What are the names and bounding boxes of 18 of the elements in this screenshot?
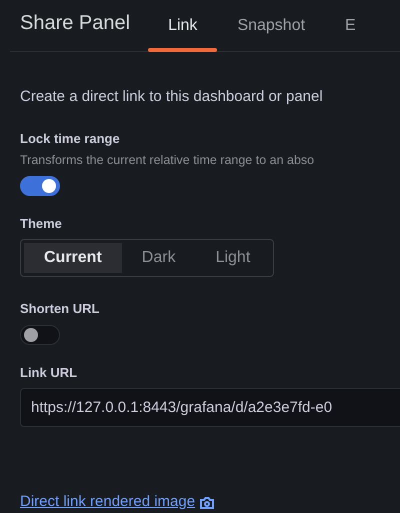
- field-label: Shorten URL: [20, 300, 100, 318]
- lock-time-toggle[interactable]: [20, 176, 60, 196]
- field-description: Transforms the current relative time range to an abso: [20, 152, 316, 169]
- theme-option[interactable]: Light: [196, 243, 270, 274]
- tab[interactable]: E: [325, 14, 376, 51]
- intro-text: Create a direct link to this dashboard or panel: [20, 87, 324, 107]
- link-url-field[interactable]: https://127.0.0.1:8443/grafana/d/a2e3e7fd-e0: [20, 388, 400, 428]
- theme-option[interactable]: Current: [24, 243, 122, 274]
- shorten-url-toggle[interactable]: [20, 324, 60, 345]
- theme-option[interactable]: Dark: [122, 243, 196, 274]
- camera-icon: [199, 496, 216, 510]
- field-label: Lock time range: [20, 130, 121, 148]
- field-label: Theme: [20, 214, 63, 233]
- tab[interactable]: Link: [148, 14, 218, 51]
- tab[interactable]: Snapshot: [217, 14, 326, 51]
- panel-title: Share Panel: [20, 11, 130, 36]
- rendered-image-link[interactable]: Direct link rendered image: [20, 491, 196, 513]
- field-label: Link URL: [20, 364, 78, 382]
